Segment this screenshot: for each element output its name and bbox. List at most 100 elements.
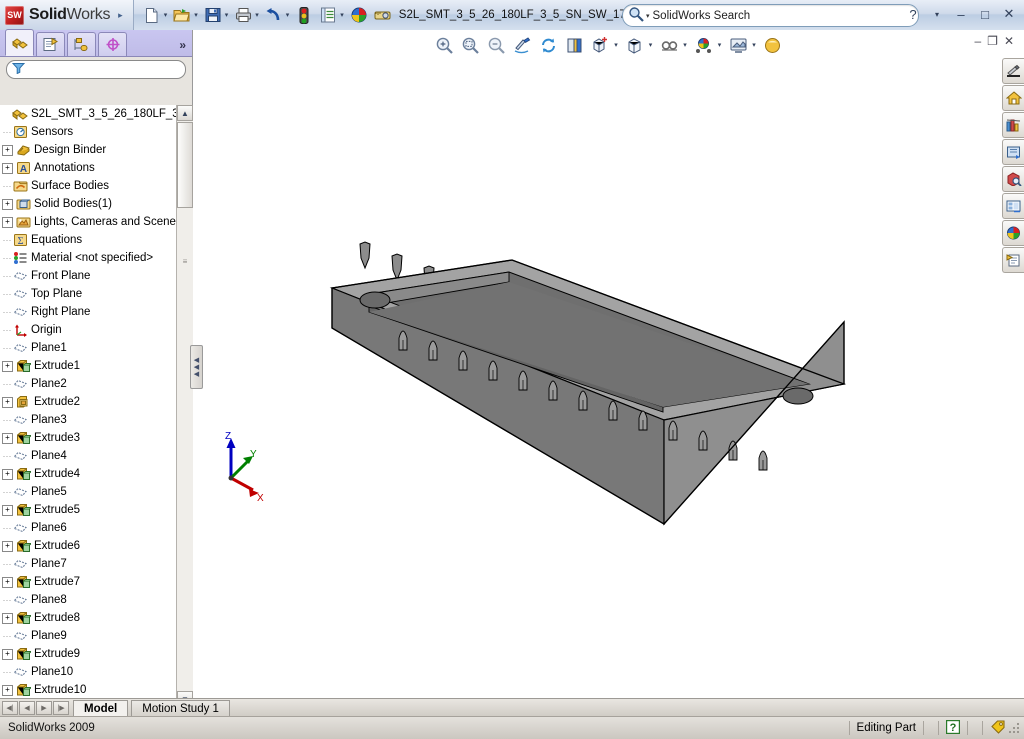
tree-item[interactable]: ···Plane4 xyxy=(0,447,176,465)
zoom-to-area-icon[interactable] xyxy=(458,33,482,57)
tree-item[interactable]: ···Origin xyxy=(0,321,176,339)
tree-item[interactable]: +Extrude5 xyxy=(0,501,176,519)
custom-properties-icon[interactable] xyxy=(1002,247,1024,273)
tree-item[interactable]: +Extrude2 xyxy=(0,393,176,411)
tree-expand-toggle[interactable]: + xyxy=(2,649,13,660)
scroll-up-icon[interactable]: ▲ xyxy=(177,105,193,121)
apply-scene-icon[interactable] xyxy=(692,33,716,57)
doc-restore-button[interactable]: ❐ xyxy=(987,34,998,48)
tab-dimxpert-manager[interactable] xyxy=(98,32,127,56)
apply-scene-caret-icon[interactable]: ▾ xyxy=(718,41,722,49)
tree-item[interactable]: ···Surface Bodies xyxy=(0,177,176,195)
tree-item[interactable]: ···ΣEquations xyxy=(0,231,176,249)
tree-item[interactable]: +AAnnotations xyxy=(0,159,176,177)
close-button[interactable]: ✕ xyxy=(998,3,1020,25)
hide-show-items-icon[interactable] xyxy=(623,33,647,57)
tab-motion-study[interactable]: Motion Study 1 xyxy=(131,700,230,716)
tab-configuration-manager[interactable] xyxy=(67,32,96,56)
tree-item[interactable]: ···Top Plane xyxy=(0,285,176,303)
tree-item[interactable]: +Extrude1 xyxy=(0,357,176,375)
tree-item[interactable]: ···Plane5 xyxy=(0,483,176,501)
tree-expand-toggle[interactable]: + xyxy=(2,199,13,210)
tree-expand-toggle[interactable]: + xyxy=(2,145,13,156)
options-caret-icon[interactable]: ▾ xyxy=(340,11,344,19)
view-palette-icon[interactable] xyxy=(1002,193,1024,219)
options-icon[interactable] xyxy=(317,4,339,26)
edit-appearance-caret-icon[interactable]: ▾ xyxy=(683,41,687,49)
model-viewport[interactable]: Z Y X xyxy=(193,60,1024,698)
tag-icon[interactable] xyxy=(990,719,1007,737)
measure-icon[interactable] xyxy=(372,4,394,26)
open-document-caret-icon[interactable]: ▾ xyxy=(194,11,198,19)
tree-root-item[interactable]: S2L_SMT_3_5_26_180LF_3_5_ xyxy=(0,105,176,123)
tree-item[interactable]: +Lights, Cameras and Scene xyxy=(0,213,176,231)
tree-item[interactable]: ···Plane10 xyxy=(0,663,176,681)
doc-minimize-button[interactable]: – xyxy=(974,34,981,48)
tree-item[interactable]: ···Plane1 xyxy=(0,339,176,357)
new-document-icon[interactable] xyxy=(141,4,163,26)
tree-item[interactable]: +Extrude3 xyxy=(0,429,176,447)
tree-item[interactable]: ···Plane2 xyxy=(0,375,176,393)
display-style-icon[interactable] xyxy=(562,33,586,57)
tree-item[interactable]: +Extrude10 xyxy=(0,681,176,699)
search-box[interactable]: ▾ SolidWorks Search xyxy=(622,4,919,27)
open-document-icon[interactable] xyxy=(171,4,193,26)
next-tab-button[interactable]: ▶ xyxy=(36,701,52,715)
print-document-icon[interactable] xyxy=(232,4,254,26)
tree-item[interactable]: ···Material <not specified> xyxy=(0,249,176,267)
tab-feature-manager[interactable] xyxy=(5,29,34,56)
solidworks-logo[interactable]: SW SolidWorks ▸ xyxy=(0,0,134,30)
tree-item[interactable]: ···Plane9 xyxy=(0,627,176,645)
panel-collapse-handle[interactable]: ◀ ◀ ◀ xyxy=(190,345,203,389)
tree-item[interactable]: ···Sensors xyxy=(0,123,176,141)
zoom-in-out-icon[interactable] xyxy=(484,33,508,57)
view-settings-icon[interactable] xyxy=(726,33,750,57)
maximize-button[interactable]: □ xyxy=(974,3,996,25)
hide-show-caret-icon[interactable]: ▾ xyxy=(649,41,653,49)
resize-grip-icon[interactable] xyxy=(1007,721,1021,735)
tree-expand-toggle[interactable]: + xyxy=(2,577,13,588)
tree-item[interactable]: ···Plane3 xyxy=(0,411,176,429)
realview-graphics-icon[interactable] xyxy=(761,33,785,57)
manager-tabs-overflow-icon[interactable]: » xyxy=(179,38,186,52)
tree-item[interactable]: ···Right Plane xyxy=(0,303,176,321)
connector-housing-model[interactable]: Z Y X xyxy=(193,60,1024,698)
rebuild-icon[interactable] xyxy=(293,4,315,26)
tree-expand-toggle[interactable]: + xyxy=(2,397,13,408)
help-button[interactable]: ? xyxy=(902,3,924,25)
tree-item[interactable]: ···Plane6 xyxy=(0,519,176,537)
feature-tree[interactable]: S2L_SMT_3_5_26_180LF_3_5_ ···Sensors+Des… xyxy=(0,105,176,707)
tree-expand-toggle[interactable]: + xyxy=(2,217,13,228)
tree-item[interactable]: +Solid Bodies(1) xyxy=(0,195,176,213)
scroll-thumb[interactable] xyxy=(177,122,193,208)
tree-item[interactable]: +Extrude8 xyxy=(0,609,176,627)
search-input[interactable]: SolidWorks Search xyxy=(653,10,751,22)
tree-expand-toggle[interactable]: + xyxy=(2,613,13,624)
zoom-to-fit-icon[interactable] xyxy=(432,33,456,57)
tree-expand-toggle[interactable]: + xyxy=(2,163,13,174)
design-library-home-icon[interactable] xyxy=(1002,85,1024,111)
tree-item[interactable]: ···Plane7 xyxy=(0,555,176,573)
save-document-caret-icon[interactable]: ▾ xyxy=(225,11,229,19)
tree-item[interactable]: ···Plane8 xyxy=(0,591,176,609)
tree-expand-toggle[interactable]: + xyxy=(2,685,13,696)
appearances-scenes-icon[interactable] xyxy=(1002,220,1024,246)
solidworks-resources-icon[interactable] xyxy=(1002,58,1024,84)
doc-close-button[interactable]: ✕ xyxy=(1004,34,1014,48)
tree-item[interactable]: ···Front Plane xyxy=(0,267,176,285)
rotate-view-icon[interactable] xyxy=(536,33,560,57)
tree-item[interactable]: +Extrude7 xyxy=(0,573,176,591)
tree-item[interactable]: +Extrude9 xyxy=(0,645,176,663)
undo-caret-icon[interactable]: ▾ xyxy=(286,11,290,19)
design-library-icon[interactable] xyxy=(1002,112,1024,138)
last-tab-button[interactable]: |▶ xyxy=(53,701,69,715)
tree-expand-toggle[interactable]: + xyxy=(2,433,13,444)
save-document-icon[interactable] xyxy=(202,4,224,26)
view-orientation-caret-icon[interactable]: ▾ xyxy=(614,41,618,49)
tree-vertical-scrollbar[interactable]: ▲ ≡ ▼ xyxy=(176,105,193,707)
tree-expand-toggle[interactable]: + xyxy=(2,469,13,480)
undo-icon[interactable] xyxy=(263,4,285,26)
view-settings-caret-icon[interactable]: ▾ xyxy=(752,41,756,49)
new-document-caret-icon[interactable]: ▾ xyxy=(164,11,168,19)
tab-property-manager[interactable] xyxy=(36,32,65,56)
